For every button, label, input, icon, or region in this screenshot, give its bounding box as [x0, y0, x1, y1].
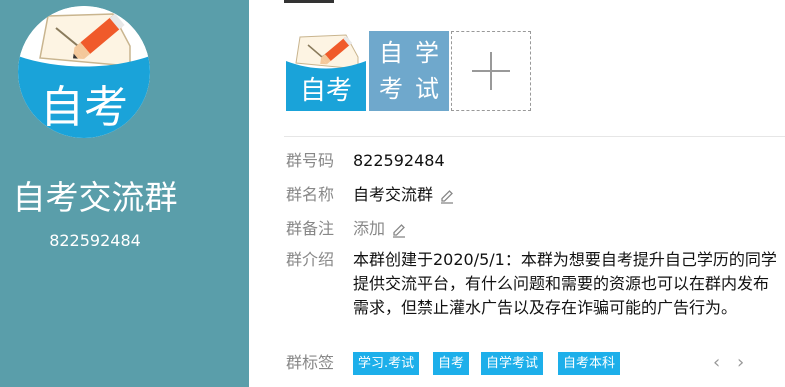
group-tag[interactable]: 学习.考试 [353, 352, 420, 375]
notebook-pencil-icon: 自考 [286, 31, 366, 111]
group-number-label: 群号码 [286, 151, 335, 170]
tile-char: 考 [379, 75, 403, 103]
group-number-caption: 822592484 [49, 231, 141, 250]
group-name-value: 自考交流群 [353, 185, 434, 204]
group-tag[interactable]: 自考 [433, 352, 470, 375]
active-tab-indicator [284, 0, 334, 3]
group-number-value: 822592484 [353, 151, 445, 170]
tile-char: 自 [379, 39, 403, 67]
tags-next-button[interactable]: › [737, 351, 744, 375]
group-icon-zixue-kaoshi[interactable]: 自 学 考 试 [369, 31, 449, 111]
tile-char: 学 [415, 39, 439, 67]
group-avatar[interactable]: 自考 [18, 6, 150, 138]
group-icon-zikao[interactable]: 自考 [286, 31, 366, 111]
group-intro-text: 本群创建于2020/5/1：本群为想要自考提升自己学历的同学提供交流平台，有什么… [353, 250, 777, 317]
group-name-field[interactable]: 自考交流群 [353, 183, 455, 207]
tile-zikao-text: 自考 [300, 76, 352, 106]
group-tag[interactable]: 自学考试 [481, 352, 544, 375]
edit-pencil-icon[interactable] [439, 188, 455, 204]
edit-pencil-icon[interactable] [391, 222, 407, 238]
notebook-pencil-icon: 自考 [18, 6, 150, 138]
group-tags-label: 群标签 [286, 353, 335, 372]
group-name-heading: 自考交流群 [12, 178, 178, 217]
avatar-text: 自考 [40, 82, 128, 133]
add-remark-link[interactable]: 添加 [353, 219, 385, 238]
group-remark-field[interactable]: 添加 [353, 217, 407, 241]
group-intro-label: 群介绍 [286, 250, 335, 269]
add-group-icon-button[interactable] [451, 31, 531, 111]
group-remark-label: 群备注 [286, 219, 335, 238]
tags-prev-button[interactable]: ‹ [713, 351, 720, 375]
group-name-label: 群名称 [286, 185, 335, 204]
group-tag[interactable]: 自考本科 [558, 352, 621, 375]
group-profile-panel: 自考 自考交流群 822592484 [0, 0, 249, 387]
tile-char: 试 [415, 75, 439, 103]
section-divider [284, 136, 785, 137]
